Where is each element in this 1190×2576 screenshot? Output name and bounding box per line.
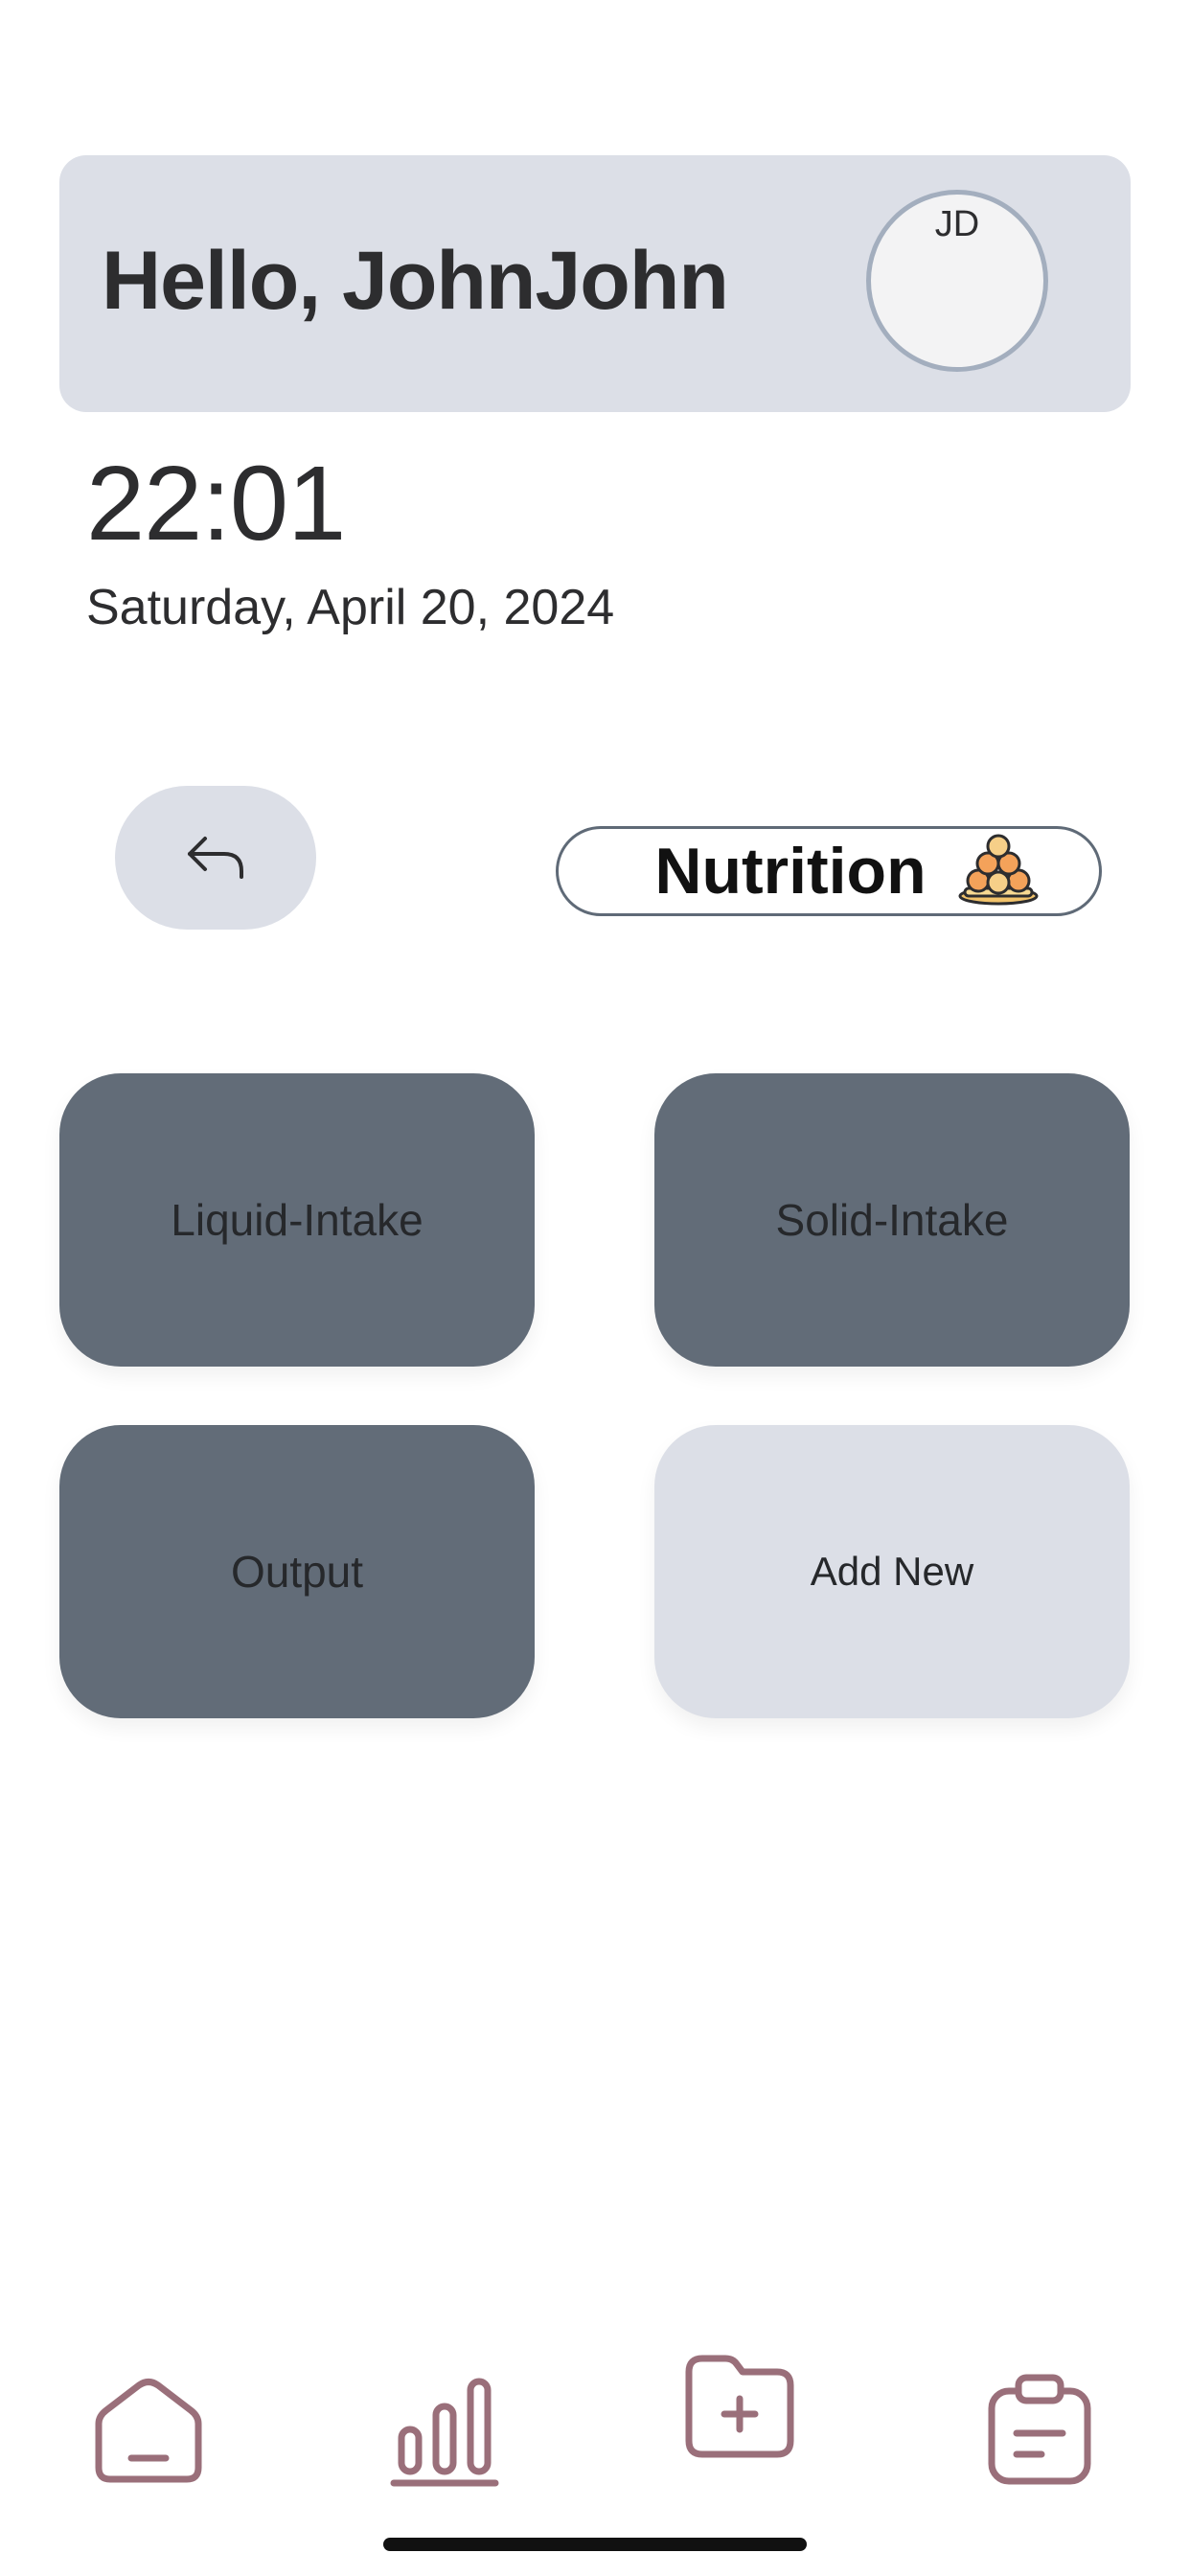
food-bowl-icon xyxy=(958,834,1039,906)
tile-label: Liquid-Intake xyxy=(171,1195,423,1245)
liquid-intake-tile[interactable]: Liquid-Intake xyxy=(59,1073,535,1367)
home-indicator[interactable] xyxy=(383,2538,807,2551)
nav-stats[interactable] xyxy=(385,2369,506,2490)
greeting-card: Hello, JohnJohn JD xyxy=(59,155,1131,412)
bar-chart-icon xyxy=(390,2378,499,2487)
current-time: 22:01 xyxy=(86,445,346,563)
output-tile[interactable]: Output xyxy=(59,1425,535,1718)
greeting-title: Hello, JohnJohn xyxy=(102,235,729,327)
section-title: Nutrition xyxy=(654,835,927,908)
avatar[interactable]: JD xyxy=(866,190,1048,372)
nav-clipboard[interactable] xyxy=(979,2369,1100,2490)
back-arrow-icon xyxy=(188,837,243,879)
section-title-pill: Nutrition xyxy=(556,826,1102,916)
nav-home[interactable] xyxy=(88,2369,209,2490)
home-icon xyxy=(95,2379,202,2483)
current-date: Saturday, April 20, 2024 xyxy=(86,580,615,635)
add-new-tile[interactable]: Add New xyxy=(654,1425,1130,1718)
avatar-initials: JD xyxy=(934,204,980,244)
tile-label: Solid-Intake xyxy=(775,1195,1009,1245)
solid-intake-tile[interactable]: Solid-Intake xyxy=(654,1073,1130,1367)
back-button[interactable] xyxy=(115,786,316,930)
tile-label: Add New xyxy=(810,1549,974,1594)
nav-add-folder[interactable] xyxy=(680,2346,801,2467)
clipboard-icon xyxy=(988,2374,1091,2485)
folder-add-icon xyxy=(685,2355,794,2458)
tile-label: Output xyxy=(230,1547,364,1597)
